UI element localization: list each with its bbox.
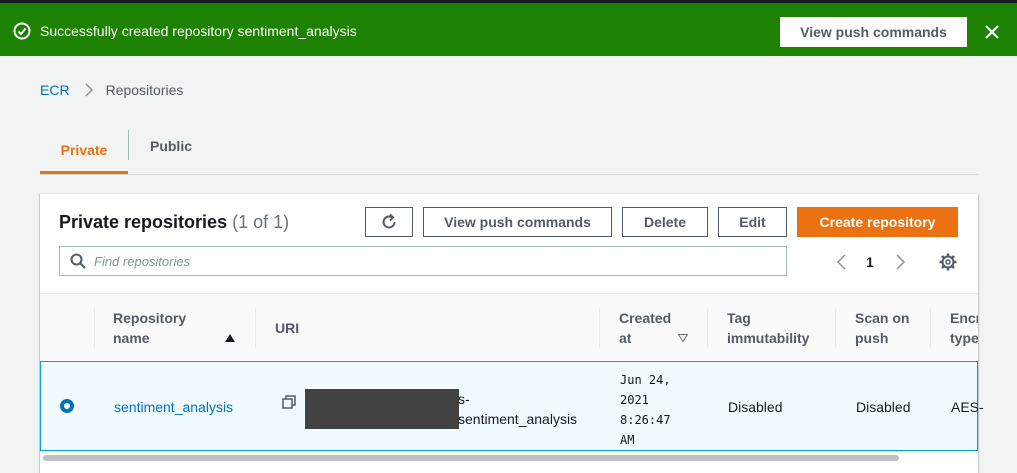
repository-uri: s- sentiment_analysis [458,391,578,427]
view-push-commands-button[interactable]: View push commands [423,207,612,237]
redacted-uri-block [305,389,459,429]
column-divider [94,308,95,348]
search-box [59,246,787,276]
flash-message: Successfully created repository sentimen… [40,23,357,39]
chevron-left-icon[interactable] [835,253,849,271]
tab-public[interactable]: Public [129,128,213,164]
column-header-uri[interactable]: URI [275,294,575,361]
private-repositories-panel: Private repositories (1 of 1) View push … [40,193,984,473]
column-divider [707,308,708,348]
search-icon [70,253,86,269]
column-header-scan-on-push[interactable]: Scan on push [855,294,935,361]
sort-ascending-icon [225,334,235,342]
column-header-encryption-type[interactable]: Encr type [950,294,978,361]
column-header-created-at[interactable]: Created at [619,294,719,361]
tab-private[interactable]: Private [40,128,128,174]
success-flashbar: Successfully created repository sentimen… [0,0,1017,56]
chevron-right-icon[interactable] [893,253,907,271]
column-divider [255,308,256,348]
table-row[interactable]: sentiment_analysis s- sentiment_analysis… [40,361,984,451]
column-header-repository-name[interactable]: Repository name [113,294,243,361]
repository-tabs: Private Public [40,128,978,175]
gear-icon[interactable] [939,253,957,271]
close-icon[interactable] [983,23,1001,41]
breadcrumb-current: Repositories [105,82,184,98]
breadcrumb-ecr-link[interactable]: ECR [40,82,70,98]
sort-descending-icon [678,334,688,342]
encryption-type-value: AES- [951,399,984,415]
column-divider [930,308,931,348]
tag-immutability-value: Disabled [728,399,783,415]
delete-button[interactable]: Delete [622,207,708,237]
panel-title: Private repositories (1 of 1) [59,212,289,233]
search-input[interactable] [94,253,774,269]
column-divider [835,308,836,348]
row-select-radio[interactable] [60,399,74,413]
refresh-button[interactable] [365,207,413,237]
table-header: Repository name URI Created at Tag immut… [40,293,978,360]
page-number[interactable]: 1 [866,254,874,270]
edit-button[interactable]: Edit [718,207,787,237]
column-divider [599,308,600,348]
created-at-value: Jun 24, 2021 8:26:47 AM [620,373,671,447]
horizontal-scrollbar[interactable] [43,455,899,461]
column-header-tag-immutability[interactable]: Tag immutability [727,294,837,361]
flash-view-push-commands-button[interactable]: View push commands [780,17,967,47]
check-circle-icon [13,22,31,40]
repository-count: (1 of 1) [232,212,290,232]
breadcrumb: ECR Repositories [40,82,183,98]
scan-on-push-value: Disabled [856,399,911,415]
copy-icon[interactable] [282,395,296,409]
create-repository-button[interactable]: Create repository [797,207,958,237]
repository-name-link[interactable]: sentiment_analysis [114,399,233,415]
refresh-icon [382,213,396,229]
chevron-right-icon [85,83,93,97]
panel-title-text: Private repositories [59,212,228,232]
